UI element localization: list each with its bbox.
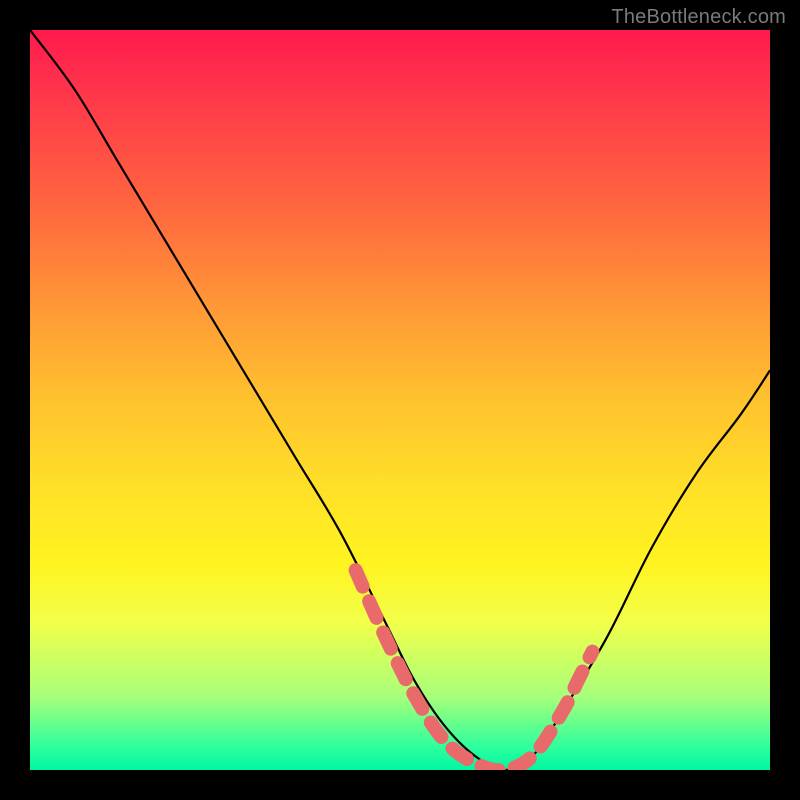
plot-area xyxy=(30,30,770,770)
chart-svg xyxy=(30,30,770,770)
watermark-text: TheBottleneck.com xyxy=(611,6,786,29)
highlight-segment-path xyxy=(356,570,593,770)
chart-frame: TheBottleneck.com xyxy=(0,0,800,800)
